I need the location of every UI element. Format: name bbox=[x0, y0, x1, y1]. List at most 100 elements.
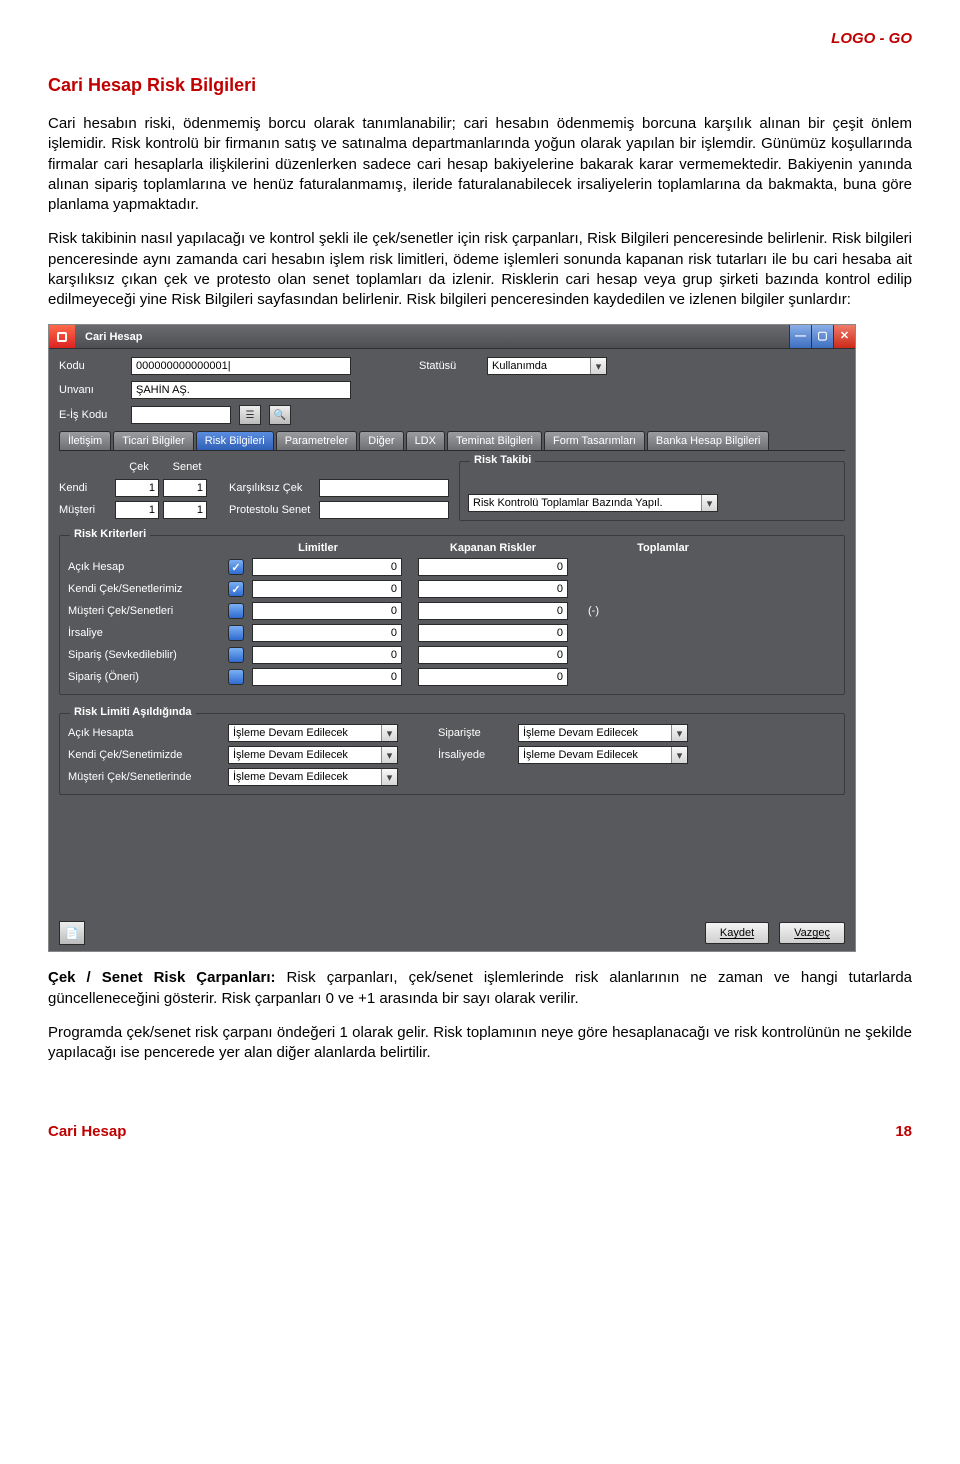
mid-label: Protestolu Senet bbox=[229, 504, 319, 516]
asildi-select-left-0[interactable]: İşleme Devam Edilecek▾ bbox=[228, 724, 398, 742]
risk-kriterleri-legend: Risk Kriterleri bbox=[70, 528, 150, 540]
minimize-button[interactable]: — bbox=[789, 325, 811, 348]
carpan-senet-input[interactable] bbox=[163, 479, 207, 497]
kriter-kapanan-input[interactable] bbox=[418, 668, 568, 686]
asildi-label-left: Müşteri Çek/Senetlerinde bbox=[68, 771, 228, 783]
kriter-checkbox[interactable] bbox=[228, 669, 244, 685]
search-icon: 🔍 bbox=[274, 410, 286, 421]
notes-icon: 📄 bbox=[65, 927, 79, 940]
kriter-label: Sipariş (Sevkedilebilir) bbox=[68, 649, 228, 661]
kriter-limit-input[interactable] bbox=[252, 602, 402, 620]
carpan-label: Müşteri bbox=[59, 504, 115, 516]
kriter-limit-input[interactable] bbox=[252, 558, 402, 576]
mid-input-0[interactable] bbox=[319, 479, 449, 497]
doc-header: LOGO - GO bbox=[48, 30, 912, 47]
chevron-down-icon: ▾ bbox=[671, 747, 687, 763]
window-title: Cari Hesap bbox=[75, 325, 789, 348]
kriter-limit-input[interactable] bbox=[252, 580, 402, 598]
chevron-down-icon: ▾ bbox=[590, 358, 606, 374]
risk-takibi-legend: Risk Takibi bbox=[470, 454, 535, 466]
asildi-legend: Risk Limiti Aşıldığında bbox=[70, 706, 196, 718]
chevron-down-icon: ▾ bbox=[381, 769, 397, 785]
col-senet: Senet bbox=[163, 461, 211, 475]
chevron-down-icon: ▾ bbox=[381, 725, 397, 741]
kriter-kapanan-input[interactable] bbox=[418, 602, 568, 620]
asildi-label-left: Kendi Çek/Senetimizde bbox=[68, 749, 228, 761]
carpan-cek-input[interactable] bbox=[115, 501, 159, 519]
statusu-select[interactable]: Kullanımda ▾ bbox=[487, 357, 607, 375]
tab-risk-bilgileri[interactable]: Risk Bilgileri bbox=[196, 431, 274, 450]
kriter-kapanan-input[interactable] bbox=[418, 580, 568, 598]
footer-left: Cari Hesap bbox=[48, 1123, 126, 1140]
eis-lookup-button-1[interactable]: ☰ bbox=[239, 405, 261, 425]
tab-i-leti-im[interactable]: İletişim bbox=[59, 431, 111, 450]
tab-ticari-bilgiler[interactable]: Ticari Bilgiler bbox=[113, 431, 194, 450]
kriter-label: İrsaliye bbox=[68, 627, 228, 639]
titlebar: Cari Hesap — ▢ ✕ bbox=[49, 325, 855, 349]
tab-bar: İletişimTicari BilgilerRisk BilgileriPar… bbox=[59, 431, 845, 451]
asildi-select-right-0[interactable]: İşleme Devam Edilecek▾ bbox=[518, 724, 688, 742]
cancel-button[interactable]: Vazgeç bbox=[779, 922, 845, 944]
chevron-down-icon: ▾ bbox=[671, 725, 687, 741]
close-icon: ✕ bbox=[840, 331, 849, 342]
kriter-checkbox[interactable] bbox=[228, 625, 244, 641]
tab-form-tasar-mlar-[interactable]: Form Tasarımları bbox=[544, 431, 645, 450]
mid-input-1[interactable] bbox=[319, 501, 449, 519]
kodu-input[interactable] bbox=[131, 357, 351, 375]
kriter-checkbox[interactable] bbox=[228, 603, 244, 619]
paragraph-2: Risk takibinin nasıl yapılacağı ve kontr… bbox=[48, 229, 912, 310]
label-eis: E-İş Kodu bbox=[59, 409, 123, 421]
para3-bold: Çek / Senet Risk Çarpanları: bbox=[48, 969, 276, 986]
notes-button[interactable]: 📄 bbox=[59, 921, 85, 945]
tab-parametreler[interactable]: Parametreler bbox=[276, 431, 358, 450]
kriter-limit-input[interactable] bbox=[252, 624, 402, 642]
paragraph-1: Cari hesabın riski, ödenmemiş borcu olar… bbox=[48, 114, 912, 215]
close-button[interactable]: ✕ bbox=[833, 325, 855, 348]
asildi-select-left-1[interactable]: İşleme Devam Edilecek▾ bbox=[228, 746, 398, 764]
tab-teminat-bilgileri[interactable]: Teminat Bilgileri bbox=[447, 431, 542, 450]
kriter-kapanan-input[interactable] bbox=[418, 646, 568, 664]
kriter-checkbox[interactable] bbox=[228, 581, 244, 597]
eis-input[interactable] bbox=[131, 406, 231, 424]
tab-banka-hesap-bilgileri[interactable]: Banka Hesap Bilgileri bbox=[647, 431, 770, 450]
asildi-label-left: Açık Hesapta bbox=[68, 727, 228, 739]
carpan-cek-input[interactable] bbox=[115, 479, 159, 497]
kriter-kapanan-input[interactable] bbox=[418, 624, 568, 642]
kriter-limit-input[interactable] bbox=[252, 646, 402, 664]
kriter-label: Kendi Çek/Senetlerimiz bbox=[68, 583, 228, 595]
risk-takibi-fieldset: Risk Takibi Risk Kontrolü Toplamlar Bazı… bbox=[459, 461, 845, 521]
carpan-senet-input[interactable] bbox=[163, 501, 207, 519]
risk-limiti-asildi-fieldset: Risk Limiti Aşıldığında Açık Hesaptaİşle… bbox=[59, 713, 845, 795]
kriter-neg: (-) bbox=[588, 605, 599, 617]
tab-ldx[interactable]: LDX bbox=[406, 431, 445, 450]
maximize-button[interactable]: ▢ bbox=[811, 325, 833, 348]
risk-takibi-select[interactable]: Risk Kontrolü Toplamlar Bazında Yapıl. ▾ bbox=[468, 494, 718, 512]
kriter-checkbox[interactable] bbox=[228, 647, 244, 663]
col-kapanan: Kapanan Riskler bbox=[408, 542, 578, 554]
col-cek: Çek bbox=[115, 461, 163, 475]
tab-di-er[interactable]: Diğer bbox=[359, 431, 403, 450]
chevron-down-icon: ▾ bbox=[381, 747, 397, 763]
unvani-input[interactable] bbox=[131, 381, 351, 399]
asildi-select-left-2[interactable]: İşleme Devam Edilecek▾ bbox=[228, 768, 398, 786]
col-toplamlar: Toplamlar bbox=[578, 542, 748, 554]
asildi-label-right: İrsaliyede bbox=[438, 749, 518, 761]
footer-page: 18 bbox=[895, 1123, 912, 1140]
col-limitler: Limitler bbox=[228, 542, 408, 554]
eis-lookup-button-2[interactable]: 🔍 bbox=[269, 405, 291, 425]
asildi-value: İşleme Devam Edilecek bbox=[519, 727, 671, 739]
minimize-icon: — bbox=[795, 331, 806, 342]
asildi-value: İşleme Devam Edilecek bbox=[229, 749, 381, 761]
carpan-label: Kendi bbox=[59, 482, 115, 494]
save-button[interactable]: Kaydet bbox=[705, 922, 769, 944]
kriter-label: Sipariş (Öneri) bbox=[68, 671, 228, 683]
kriter-checkbox[interactable] bbox=[228, 559, 244, 575]
kriter-kapanan-input[interactable] bbox=[418, 558, 568, 576]
asildi-select-right-1[interactable]: İşleme Devam Edilecek▾ bbox=[518, 746, 688, 764]
section-title: Cari Hesap Risk Bilgileri bbox=[48, 75, 912, 96]
app-icon bbox=[49, 325, 75, 348]
mid-column: Karşılıksız ÇekProtestolu Senet bbox=[229, 461, 449, 519]
label-statusu: Statüsü bbox=[419, 360, 479, 372]
kriter-limit-input[interactable] bbox=[252, 668, 402, 686]
paragraph-4: Programda çek/senet risk çarpanı öndeğer… bbox=[48, 1023, 912, 1064]
